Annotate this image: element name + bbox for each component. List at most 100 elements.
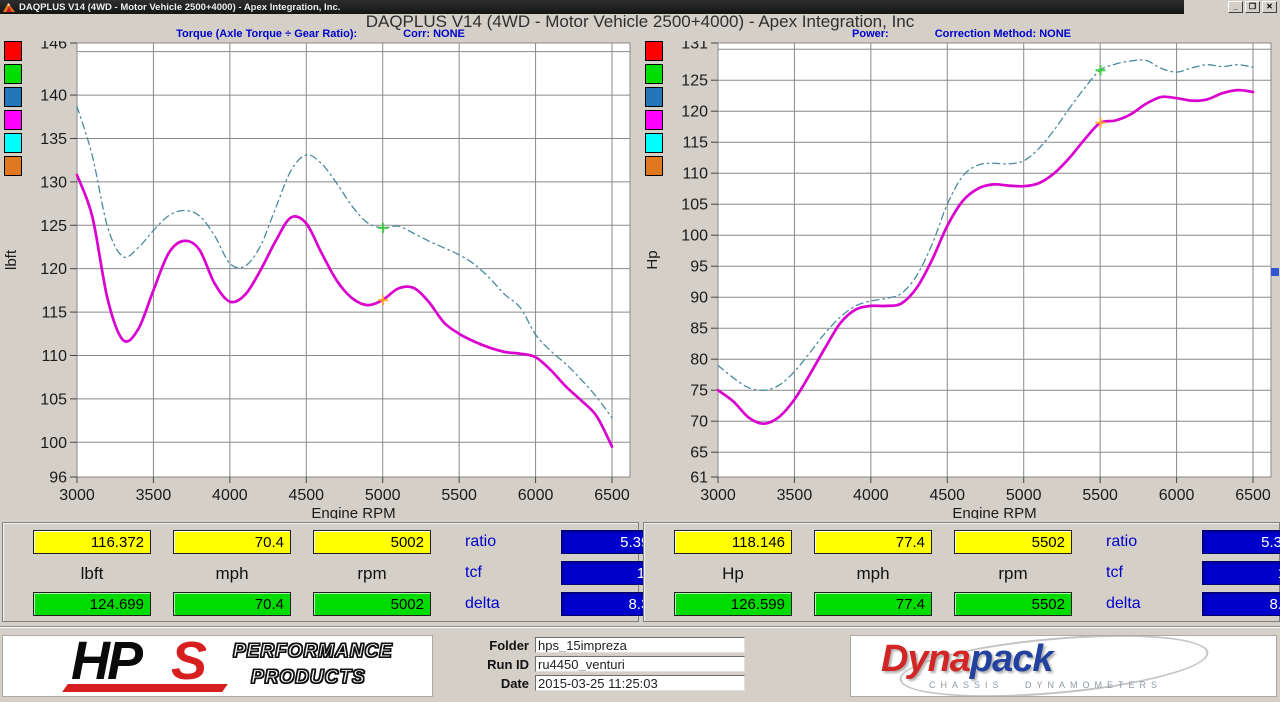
y-tick-label: 70 [690, 414, 708, 431]
power-header-title: Power: [852, 28, 889, 41]
y-tick-label: 95 [690, 259, 708, 276]
date-label: Date [477, 676, 535, 691]
torque-reference-value: 124.699 [33, 592, 151, 616]
power-unit-label: Hp [674, 561, 792, 585]
charts-row: Torque (Axle Torque ÷ Gear Ratio): Corr:… [2, 28, 1280, 519]
x-tick-label: 3000 [59, 487, 95, 504]
y-tick-label: 110 [682, 166, 708, 183]
power-reference-mph: 77.4 [814, 592, 932, 616]
dynapack-word-pack: pack [970, 638, 1053, 680]
rpm-unit-label: rpm [954, 561, 1072, 585]
torque-cursor-value: 116.372 [33, 530, 151, 554]
dynapack-subtext: CHASSIS DYNAMOMETERS [929, 678, 1162, 691]
x-tick-label: 6000 [1159, 487, 1195, 504]
y-tick-label: 140 [40, 88, 67, 105]
y-tick-label: 85 [690, 321, 708, 338]
legend-swatch-red[interactable] [4, 41, 22, 61]
app-icon [3, 2, 15, 13]
y-tick-label: 115 [41, 305, 67, 322]
run-id-input[interactable] [535, 656, 745, 672]
mph-unit-label: mph [814, 561, 932, 585]
hps-logo: HP S PERFORMANCE PRODUCTS [2, 635, 433, 697]
torque-readout-panel: 116.372 70.4 5002 ratio 5.3900 lbft mph … [2, 522, 639, 622]
power-readout-panel: 118.146 77.4 5502 ratio 5.3900 Hp mph rp… [643, 522, 1280, 622]
legend-swatch-blue[interactable] [4, 87, 22, 107]
y-tick-label: 75 [690, 383, 708, 400]
torque-cursor-rpm: 5002 [313, 530, 431, 554]
folder-row: Folder [477, 637, 745, 653]
hps-logo-line2: PRODUCTS [251, 665, 393, 691]
folder-input[interactable] [535, 637, 745, 653]
minimize-button[interactable]: _ [1228, 1, 1243, 13]
scrollbar-fragment [1271, 268, 1279, 276]
torque-reference-mph: 70.4 [173, 592, 291, 616]
torque-reference-rpm: 5002 [313, 592, 431, 616]
legend-swatch-cyan[interactable] [645, 133, 663, 153]
power-cursor-value: 118.146 [674, 530, 792, 554]
power-cursor-mph: 77.4 [814, 530, 932, 554]
page-title: DAQPLUS V14 (4WD - Motor Vehicle 2500+40… [0, 14, 1280, 28]
folder-label: Folder [477, 638, 535, 653]
x-tick-label: 3500 [136, 487, 172, 504]
x-tick-label: 5500 [441, 487, 477, 504]
power-plot[interactable]: 1311251201151101051009590858075706561300… [643, 41, 1280, 519]
restore-button[interactable]: ❐ [1245, 1, 1260, 13]
y-axis-label: lbft [3, 249, 20, 270]
x-tick-label: 4000 [853, 487, 889, 504]
y-tick-label: 125 [40, 218, 67, 235]
run-id-row: Run ID [477, 656, 745, 672]
run-info-form: Folder Run ID Date [477, 637, 745, 691]
legend-swatch-magenta[interactable] [4, 110, 22, 130]
x-tick-label: 6500 [1235, 487, 1271, 504]
legend-swatch-magenta[interactable] [645, 110, 663, 130]
y-tick-label: 65 [690, 445, 708, 462]
tcf-label: tcf [453, 561, 539, 585]
ratio-label: ratio [1094, 530, 1180, 554]
y-tick-label: 135 [40, 131, 67, 148]
y-tick-label: 100 [40, 435, 67, 452]
torque-chart-header: Torque (Axle Torque ÷ Gear Ratio): Corr:… [2, 28, 639, 41]
legend-swatch-cyan[interactable] [4, 133, 22, 153]
torque-plot[interactable]: 1461401351301251201151101051009630003500… [2, 41, 639, 519]
power-header-correction: Correction Method: NONE [935, 28, 1071, 41]
run-id-label: Run ID [477, 657, 535, 672]
torque-header-title: Torque (Axle Torque ÷ Gear Ratio): [176, 28, 357, 41]
readouts-row: 116.372 70.4 5002 ratio 5.3900 lbft mph … [2, 522, 1280, 622]
y-tick-label: 105 [681, 197, 708, 214]
legend-swatch-red[interactable] [645, 41, 663, 61]
x-tick-label: 4500 [929, 487, 965, 504]
legend-swatch-green[interactable] [645, 64, 663, 84]
torque-chart-panel: Torque (Axle Torque ÷ Gear Ratio): Corr:… [2, 28, 639, 519]
ratio-label: ratio [453, 530, 539, 554]
date-row: Date [477, 675, 745, 691]
y-tick-label: 125 [681, 73, 708, 90]
legend-swatch-orange[interactable] [645, 156, 663, 176]
close-button[interactable]: ✕ [1262, 1, 1277, 13]
power-reference-rpm: 5502 [954, 592, 1072, 616]
power-chart-header: Power: Correction Method: NONE [643, 28, 1280, 41]
y-tick-label: 61 [690, 470, 708, 487]
tcf-label: tcf [1094, 561, 1180, 585]
y-tick-label: 120 [681, 104, 708, 121]
dynapack-word-dyna: Dyna [881, 638, 970, 680]
torque-header-correction: Corr: NONE [403, 28, 465, 41]
hps-logo-text: PERFORMANCE PRODUCTS [233, 639, 393, 691]
y-tick-label: 100 [681, 228, 708, 245]
dynapack-wordmark: Dynapack [881, 638, 1053, 681]
y-tick-label: 90 [690, 290, 708, 307]
dynapack-logo: Dynapack CHASSIS DYNAMOMETERS [850, 635, 1277, 697]
legend-swatch-blue[interactable] [645, 87, 663, 107]
torque-legend-swatches [4, 41, 22, 179]
legend-swatch-orange[interactable] [4, 156, 22, 176]
y-tick-label: 96 [49, 470, 67, 487]
hps-logo-swoosh [62, 684, 228, 692]
y-axis-label: Hp [644, 250, 661, 269]
legend-swatch-green[interactable] [4, 64, 22, 84]
date-input[interactable] [535, 675, 745, 691]
x-tick-label: 6500 [594, 487, 630, 504]
y-tick-label: 80 [690, 352, 708, 369]
y-tick-label: 130 [40, 174, 67, 191]
power-legend-swatches [645, 41, 663, 179]
x-tick-label: 3500 [777, 487, 813, 504]
hps-logo-line1: PERFORMANCE [233, 639, 393, 665]
